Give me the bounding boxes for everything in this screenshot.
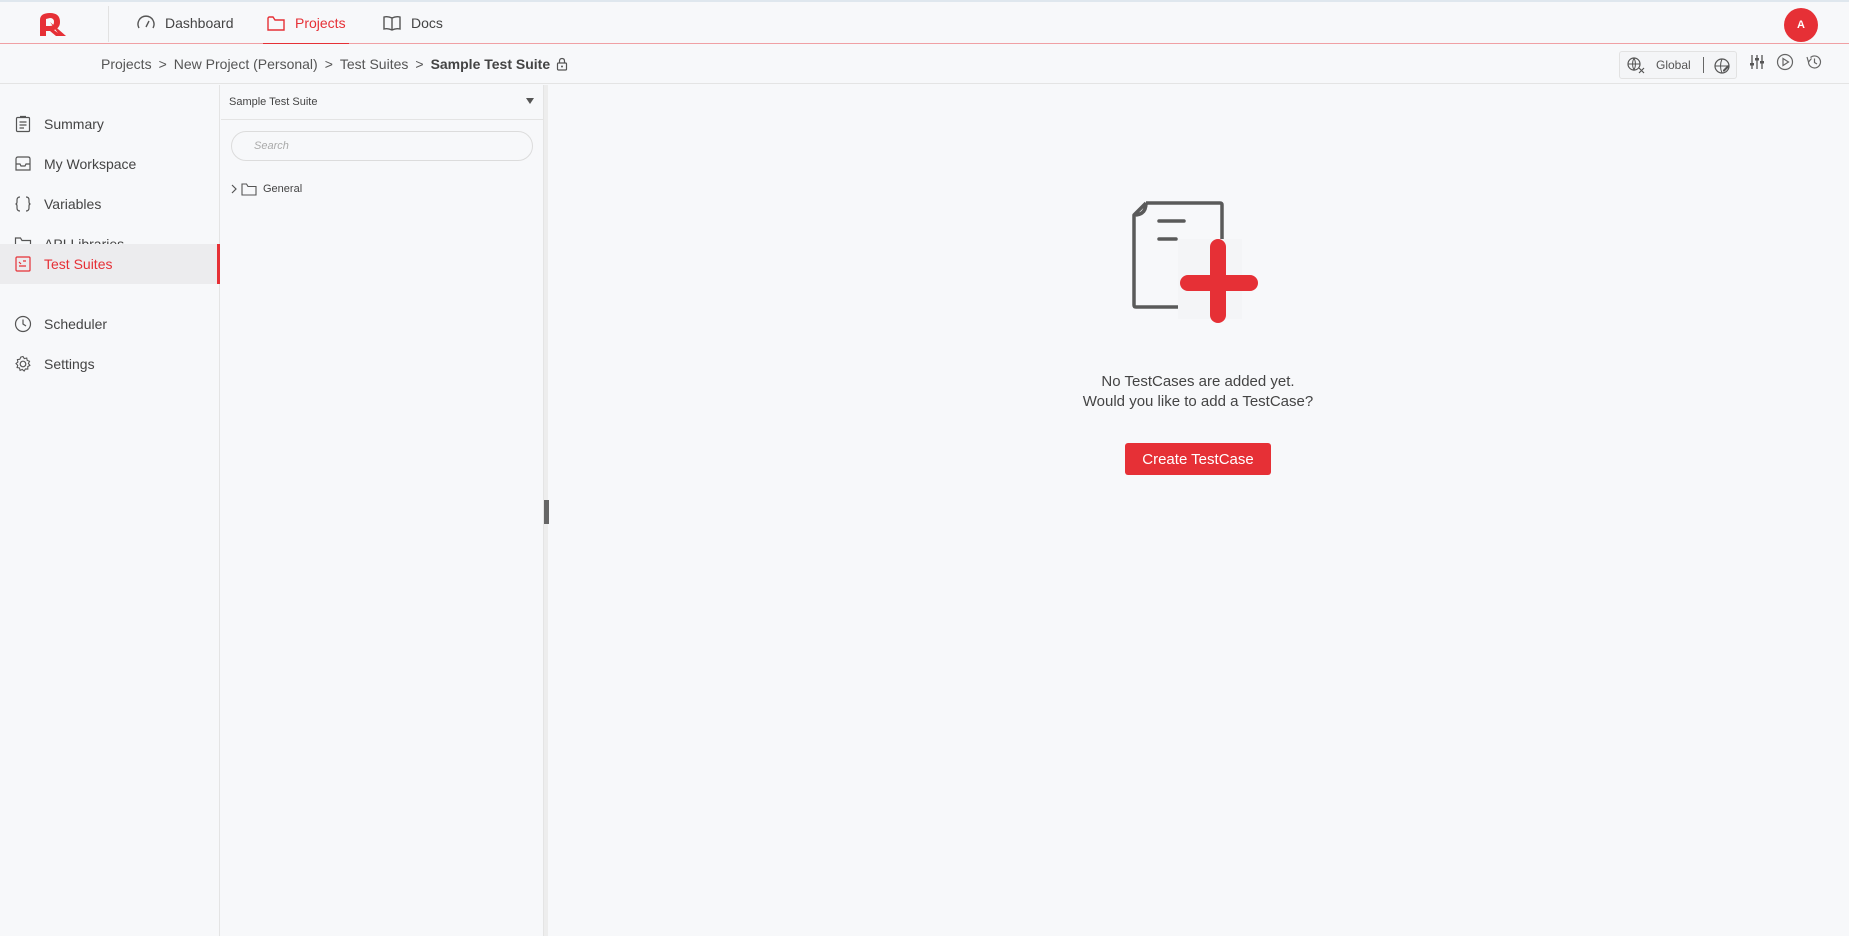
- clipboard-icon: [15, 115, 31, 133]
- chevron-right-icon[interactable]: [229, 184, 239, 194]
- suite-dropdown-value: Sample Test Suite: [229, 96, 318, 108]
- checklist-icon: [15, 256, 31, 272]
- play-circle-icon[interactable]: [1776, 53, 1794, 71]
- inbox-icon: [15, 156, 31, 171]
- empty-state-message: No TestCases are added yet.: [1101, 373, 1295, 390]
- braces-icon: [15, 196, 31, 212]
- breadcrumb-separator: >: [415, 56, 424, 72]
- caret-down-icon: [526, 98, 534, 104]
- top-navbar: Dashboard Projects Docs A: [0, 0, 1849, 45]
- lock-icon: [557, 57, 568, 71]
- tree-folder-label: General: [263, 183, 303, 195]
- breadcrumb-project[interactable]: New Project (Personal): [174, 56, 318, 72]
- sidebar-item-settings[interactable]: Settings: [0, 344, 220, 384]
- suite-dropdown[interactable]: Sample Test Suite: [221, 85, 544, 120]
- user-avatar[interactable]: A: [1784, 8, 1818, 42]
- sidebar-item-test-suites[interactable]: Test Suites: [0, 244, 220, 284]
- nav-divider: [108, 6, 109, 42]
- search-input[interactable]: [231, 131, 533, 161]
- breadcrumb: Projects > New Project (Personal) > Test…: [101, 44, 568, 84]
- tree-folder-general[interactable]: General: [229, 178, 302, 200]
- sidebar-item-label: Variables: [44, 196, 102, 212]
- sidebar-item-label: Test Suites: [44, 256, 113, 272]
- sidebar-item-label: Settings: [44, 356, 95, 372]
- env-divider: [1703, 57, 1704, 73]
- sidebar-item-label: Scheduler: [44, 316, 108, 332]
- document-add-icon: [1132, 201, 1258, 323]
- gauge-icon: [137, 15, 155, 29]
- sidebar-item-summary[interactable]: Summary: [0, 104, 220, 144]
- globe-variable-icon: [1627, 57, 1645, 74]
- nav-docs-label: Docs: [411, 15, 443, 31]
- folder-icon: [241, 183, 257, 196]
- nav-projects[interactable]: Projects: [263, 2, 349, 45]
- nav-dashboard[interactable]: Dashboard: [136, 2, 234, 44]
- breadcrumb-bar: Projects > New Project (Personal) > Test…: [0, 44, 1849, 84]
- sidebar: Summary My Workspace Variables API Libra…: [0, 85, 220, 936]
- create-testcase-button[interactable]: Create TestCase: [1125, 443, 1271, 475]
- globe-edit-icon[interactable]: [1713, 57, 1731, 75]
- folder-icon: [267, 16, 285, 31]
- sidebar-item-label: My Workspace: [44, 156, 137, 172]
- breadcrumb-test-suites[interactable]: Test Suites: [340, 56, 408, 72]
- sidebar-item-label: Summary: [44, 116, 104, 132]
- breadcrumb-projects[interactable]: Projects: [101, 56, 152, 72]
- empty-state-prompt: Would you like to add a TestCase?: [1082, 393, 1314, 410]
- book-icon: [383, 15, 401, 31]
- app-logo[interactable]: [36, 10, 68, 38]
- clock-icon: [14, 315, 32, 333]
- sidebar-item-my-workspace[interactable]: My Workspace: [0, 144, 220, 184]
- gear-icon: [15, 355, 31, 372]
- history-icon[interactable]: [1805, 53, 1823, 71]
- breadcrumb-separator: >: [324, 56, 333, 72]
- breadcrumb-separator: >: [158, 56, 167, 72]
- nav-projects-label: Projects: [295, 15, 346, 31]
- test-suite-tree-panel: Sample Test Suite General: [221, 85, 544, 936]
- nav-docs[interactable]: Docs: [382, 2, 443, 44]
- environment-label: Global: [1656, 58, 1691, 72]
- sidebar-item-variables[interactable]: Variables: [0, 184, 220, 224]
- breadcrumb-current: Sample Test Suite: [430, 56, 551, 72]
- sidebar-item-scheduler[interactable]: Scheduler: [0, 304, 220, 344]
- environment-selector[interactable]: Global: [1619, 51, 1737, 79]
- nav-dashboard-label: Dashboard: [165, 15, 234, 31]
- sliders-icon[interactable]: [1748, 53, 1766, 71]
